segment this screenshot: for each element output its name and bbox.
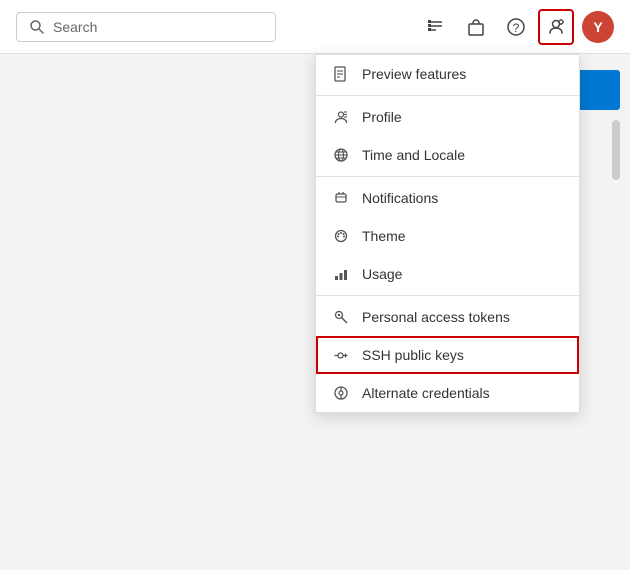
globe-icon <box>332 146 350 164</box>
user-settings-icon <box>546 17 566 37</box>
help-icon: ? <box>506 17 526 37</box>
background-scrollbar <box>612 120 620 180</box>
marketplace-button[interactable] <box>458 9 494 45</box>
help-button[interactable]: ? <box>498 9 534 45</box>
menu-item-usage[interactable]: Usage <box>316 255 579 293</box>
menu-label-notifications: Notifications <box>362 190 438 206</box>
menu-item-theme[interactable]: Theme <box>316 217 579 255</box>
task-list-button[interactable] <box>418 9 454 45</box>
user-dropdown-menu: Preview features Profile Time a <box>315 54 580 413</box>
search-icon <box>29 19 45 35</box>
menu-label-ssh: SSH public keys <box>362 347 464 363</box>
menu-label-time-locale: Time and Locale <box>362 147 465 163</box>
menu-label-pat: Personal access tokens <box>362 309 510 325</box>
notifications-icon <box>332 189 350 207</box>
avatar[interactable]: Y <box>582 11 614 43</box>
search-label: Search <box>53 19 97 35</box>
menu-label-theme: Theme <box>362 228 406 244</box>
document-icon <box>332 65 350 83</box>
menu-item-alt-creds[interactable]: Alternate credentials <box>316 374 579 412</box>
menu-label-usage: Usage <box>362 266 402 282</box>
task-list-icon <box>426 17 446 37</box>
topbar-icons: ? Y <box>418 9 614 45</box>
menu-label-preview-features: Preview features <box>362 66 466 82</box>
topbar: Search ? <box>0 0 630 54</box>
theme-icon <box>332 227 350 245</box>
profile-icon <box>332 108 350 126</box>
usage-icon <box>332 265 350 283</box>
divider-3 <box>316 295 579 296</box>
menu-item-pat[interactable]: Personal access tokens <box>316 298 579 336</box>
bag-icon <box>466 17 486 37</box>
ssh-icon <box>332 346 350 364</box>
menu-item-ssh[interactable]: SSH public keys <box>316 336 579 374</box>
divider-1 <box>316 95 579 96</box>
search-box[interactable]: Search <box>16 12 276 42</box>
divider-2 <box>316 176 579 177</box>
user-settings-button[interactable] <box>538 9 574 45</box>
menu-item-notifications[interactable]: Notifications <box>316 179 579 217</box>
svg-text:?: ? <box>513 21 520 35</box>
menu-label-profile: Profile <box>362 109 402 125</box>
menu-item-time-locale[interactable]: Time and Locale <box>316 136 579 174</box>
menu-item-profile[interactable]: Profile <box>316 98 579 136</box>
menu-label-alt-creds: Alternate credentials <box>362 385 490 401</box>
pat-icon <box>332 308 350 326</box>
alt-creds-icon <box>332 384 350 402</box>
menu-item-preview-features[interactable]: Preview features <box>316 55 579 93</box>
